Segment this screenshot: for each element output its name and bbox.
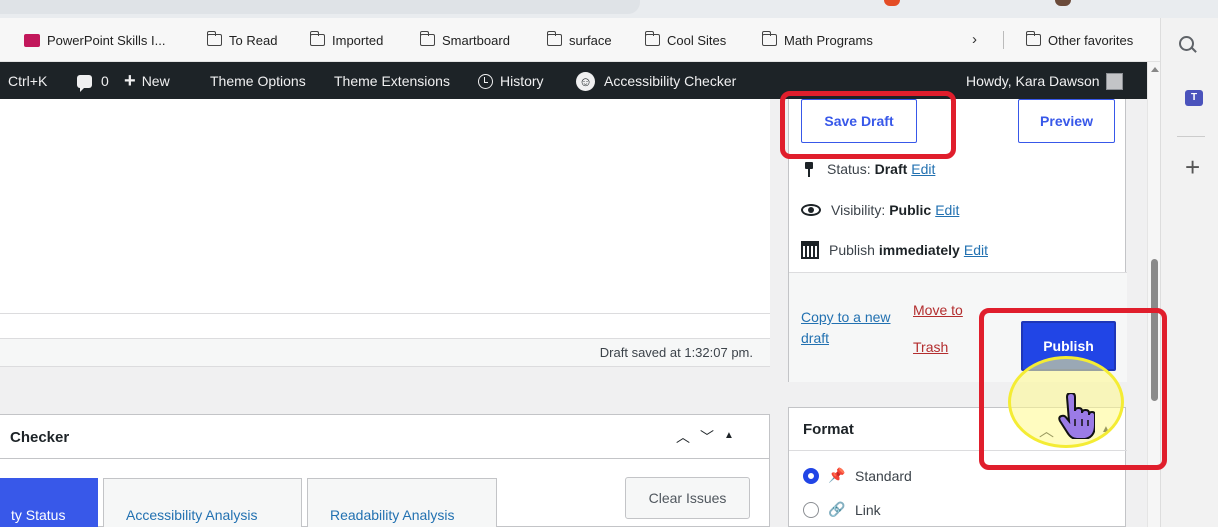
favorites-overflow-chevron-icon[interactable]: › [972,31,977,48]
folder-icon [644,31,660,46]
clear-issues-button[interactable]: Clear Issues [625,477,750,519]
status-value: Draft [874,161,908,177]
tab-accessibility-analysis[interactable]: Accessibility Analysis [103,478,302,527]
folder-icon [1025,31,1041,46]
favorite-imported[interactable]: Imported [309,31,383,49]
panel-divider [0,458,770,459]
draft-saved-status: Draft saved at 1:32:07 pm. [599,345,753,360]
visibility-value: Public [889,202,932,218]
favorite-surface[interactable]: surface [546,31,612,49]
eye-icon [801,204,821,216]
theme-options-menu[interactable]: Theme Options [210,72,306,90]
pushpin-icon: 📌 [828,467,846,483]
search-icon[interactable] [1179,36,1194,51]
tab-accessibility-status[interactable]: ty Status [0,478,98,527]
active-tab[interactable] [0,0,640,14]
publish-date-value: immediately [878,242,960,258]
radio-standard[interactable] [803,467,819,484]
hand-cursor-icon [1058,393,1095,439]
new-menu[interactable]: + New [124,69,170,92]
save-draft-highlight [780,91,956,159]
copy-to-new-draft-link-line1[interactable]: Copy to a new [801,308,891,326]
scroll-up-arrow-icon[interactable] [1151,67,1159,72]
comment-icon [77,74,92,92]
browser-tab-strip [0,0,1218,18]
editor-status-bar: Draft saved at 1:32:07 pm. [0,338,770,367]
edit-status-link[interactable]: Edit [911,161,935,177]
format-title: Format [803,421,854,438]
toggle-panel-icon[interactable]: ▲ [724,427,734,447]
accessibility-icon: ☺ [576,71,595,91]
panel-controls: ︿ ﹀ ▲ [676,427,734,447]
user-account-menu[interactable]: Howdy, Kara Dawson [966,72,1123,90]
accessibility-checker-menu[interactable]: ☺ Accessibility Checker [576,71,736,91]
extension-icon[interactable] [884,0,900,6]
calendar-icon [801,241,819,259]
history-menu[interactable]: History [478,72,544,90]
panel-title: Checker [10,429,70,446]
radio-link[interactable] [803,501,819,518]
folder-icon [546,31,562,46]
favorite-powerpoint[interactable]: PowerPoint Skills I... [24,31,166,49]
status-row: Status: Draft Edit [801,161,935,177]
favorite-smartboard[interactable]: Smartboard [419,31,510,49]
post-editor[interactable] [0,99,770,367]
screen: PowerPoint Skills I... To Read Imported … [0,0,1218,527]
link-icon: 🔗 [828,501,846,517]
powerpoint-icon [24,33,40,47]
editor-divider [0,313,770,314]
favorite-math-programs[interactable]: Math Programs [761,31,873,49]
profile-icon[interactable] [1055,0,1071,6]
folder-icon [419,31,435,46]
comments-link[interactable]: 0 [77,72,109,92]
folder-icon [206,31,222,46]
move-to-trash-link-line2[interactable]: Trash [913,338,948,356]
favorites-bar: PowerPoint Skills I... To Read Imported … [0,18,1160,62]
edge-sidebar: T + [1160,18,1218,527]
history-clock-icon [478,73,493,89]
edit-publish-date-link[interactable]: Edit [964,242,988,258]
sidebar-divider [1177,136,1205,137]
edit-visibility-link[interactable]: Edit [935,202,959,218]
accessibility-checker-panel: Checker ︿ ﹀ ▲ ty Status Accessibility An… [0,414,770,527]
command-shortcut[interactable]: Ctrl+K [8,72,47,90]
move-down-chevron-icon[interactable]: ﹀ [700,427,714,447]
avatar [1105,72,1123,90]
folder-icon [309,31,325,46]
theme-extensions-menu[interactable]: Theme Extensions [334,72,450,90]
tab-readability-analysis[interactable]: Readability Analysis [307,478,497,527]
favorites-divider [1003,31,1004,49]
favorite-other-favorites[interactable]: Other favorites [1025,31,1133,49]
folder-icon [761,31,777,46]
move-up-chevron-icon[interactable]: ︿ [676,427,690,447]
visibility-row: Visibility: Public Edit [801,202,959,218]
preview-button[interactable]: Preview [1018,99,1115,143]
plus-icon: + [124,69,136,92]
publish-date-row: Publish immediately Edit [801,241,988,259]
format-option-standard[interactable]: 📌 Standard [803,467,912,484]
teams-icon[interactable]: T [1185,90,1203,106]
favorite-cool-sites[interactable]: Cool Sites [644,31,726,49]
pin-icon [805,161,813,177]
favorite-to-read[interactable]: To Read [206,31,277,49]
move-to-trash-link-line1[interactable]: Move to [913,301,963,319]
add-icon[interactable]: + [1185,154,1200,180]
admin-bar: Ctrl+K 0 + New Theme Options Theme Extens… [0,62,1147,99]
format-option-link[interactable]: 🔗 Link [803,501,881,518]
copy-to-new-draft-link-line2[interactable]: draft [801,329,829,347]
